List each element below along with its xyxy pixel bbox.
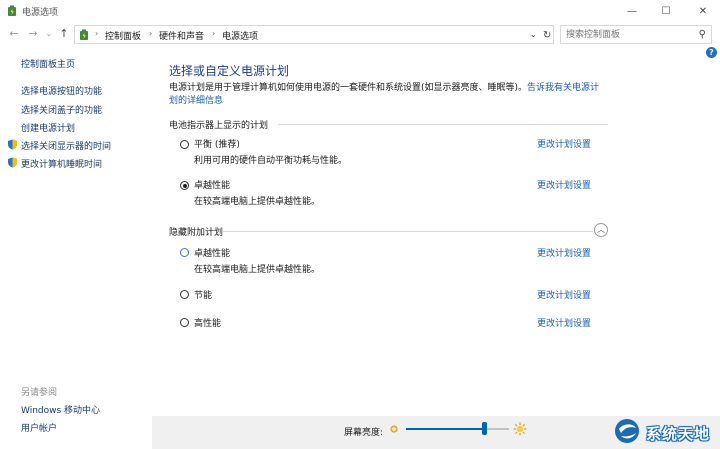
brightness-slider-fill (406, 428, 485, 430)
see-also-user-accounts[interactable]: 用户帐户 (21, 421, 57, 434)
breadcrumb-separator-icon: › (212, 29, 216, 38)
plan-radio-power-saver[interactable] (180, 290, 189, 299)
help-icon[interactable]: ? (706, 47, 717, 58)
brightness-high-icon (513, 422, 527, 436)
learn-more-link[interactable]: 告诉我有关电源计 (527, 83, 599, 93)
section-battery-plans: 电池指示器上显示的计划 (169, 121, 269, 131)
description-text: 电源计划是用于管理计算机如何使用电源的一套硬件和系统设置(如显示器亮度、睡眠等)… (169, 83, 528, 93)
see-also-mobility-center[interactable]: Windows 移动中心 (21, 403, 100, 416)
sidebar-item-lid-close[interactable]: 选择关闭盖子的功能 (21, 103, 102, 116)
watermark-logo-icon (615, 419, 639, 443)
plan-desc-ultimate-hidden: 在较高端电脑上提供卓越性能。 (194, 265, 321, 275)
breadcrumb-hardware-sound[interactable]: 硬件和声音 (159, 29, 204, 42)
power-options-app-icon (8, 5, 16, 16)
search-box[interactable]: ⚲ (560, 25, 712, 44)
plan-name-balanced[interactable]: 平衡 (推荐) (194, 137, 240, 150)
change-plan-settings-link-power-saver[interactable]: 更改计划设置 (537, 288, 591, 301)
recent-locations-icon[interactable]: ⌄ (42, 26, 56, 42)
close-button[interactable]: ✕ (688, 0, 718, 22)
change-plan-settings-link-high-performance[interactable]: 更改计划设置 (537, 316, 591, 329)
breadcrumb-separator-icon: › (149, 29, 153, 38)
brightness-low-icon (390, 425, 398, 433)
collapse-chevron-icon[interactable]: ︿ (594, 223, 608, 237)
shield-icon (8, 157, 17, 168)
title-bar: 电源选项 — ☐ ✕ (0, 0, 720, 22)
change-plan-settings-link-ultimate[interactable]: 更改计划设置 (537, 178, 591, 191)
brightness-slider-thumb[interactable] (482, 422, 488, 435)
breadcrumb-control-panel[interactable]: 控制面板 (105, 29, 141, 42)
back-icon[interactable]: ← (7, 26, 21, 42)
breadcrumb-power-options[interactable]: 电源选项 (222, 29, 258, 42)
section-hidden-plans: 隐藏附加计划 (169, 228, 224, 238)
minimize-button[interactable]: — (617, 0, 647, 22)
address-dropdown-icon[interactable]: ⌄ (530, 30, 537, 39)
breadcrumb-separator-icon: › (95, 29, 99, 38)
sidebar-item-power-button[interactable]: 选择电源按钮的功能 (21, 84, 102, 97)
maximize-button[interactable]: ☐ (651, 0, 681, 22)
plan-name-high-performance[interactable]: 高性能 (194, 316, 221, 329)
up-icon[interactable]: ↑ (57, 26, 71, 42)
brightness-label: 屏幕亮度: (344, 428, 384, 438)
section-divider (278, 124, 608, 125)
control-panel-icon (80, 29, 88, 40)
address-bar[interactable]: › 控制面板 › 硬件和声音 › 电源选项 ⌄ ↻ (74, 25, 554, 44)
page-title: 选择或自定义电源计划 (169, 64, 290, 78)
page-description: 电源计划是用于管理计算机如何使用电源的一套硬件和系统设置(如显示器亮度、睡眠等)… (169, 82, 614, 108)
search-icon[interactable]: ⚲ (699, 29, 706, 40)
plan-radio-high-performance[interactable] (180, 318, 189, 327)
window-title: 电源选项 (22, 8, 59, 18)
plan-name-power-saver[interactable]: 节能 (194, 288, 212, 301)
plan-radio-balanced[interactable] (180, 140, 189, 149)
plan-name-ultimate[interactable]: 卓越性能 (194, 178, 230, 191)
search-input[interactable] (566, 27, 691, 43)
plan-radio-ultimate[interactable] (180, 181, 189, 190)
change-plan-settings-link-balanced[interactable]: 更改计划设置 (537, 137, 591, 150)
plan-radio-ultimate-hidden[interactable] (180, 248, 189, 257)
see-also-heading: 另请参阅 (21, 388, 58, 398)
plan-desc-balanced: 利用可用的硬件自动平衡功耗与性能。 (194, 156, 348, 166)
sidebar-item-display-off[interactable]: 选择关闭显示器的时间 (21, 139, 111, 152)
refresh-icon[interactable]: ↻ (543, 30, 551, 41)
shield-icon (8, 139, 17, 150)
sidebar-item-create-plan[interactable]: 创建电源计划 (21, 121, 75, 134)
sidebar-control-panel-home[interactable]: 控制面板主页 (21, 57, 75, 70)
forward-icon[interactable]: → (26, 26, 40, 42)
change-plan-settings-link-ultimate-hidden[interactable]: 更改计划设置 (537, 246, 591, 259)
plan-desc-ultimate: 在较高端电脑上提供卓越性能。 (194, 197, 321, 207)
plan-name-ultimate-hidden[interactable]: 卓越性能 (194, 246, 230, 259)
learn-more-link-continued[interactable]: 划的详细信息 (169, 96, 223, 106)
sidebar-item-sleep-time[interactable]: 更改计算机睡眠时间 (21, 157, 102, 170)
watermark-text: 系统天地 (646, 425, 711, 443)
section-divider (222, 231, 593, 232)
